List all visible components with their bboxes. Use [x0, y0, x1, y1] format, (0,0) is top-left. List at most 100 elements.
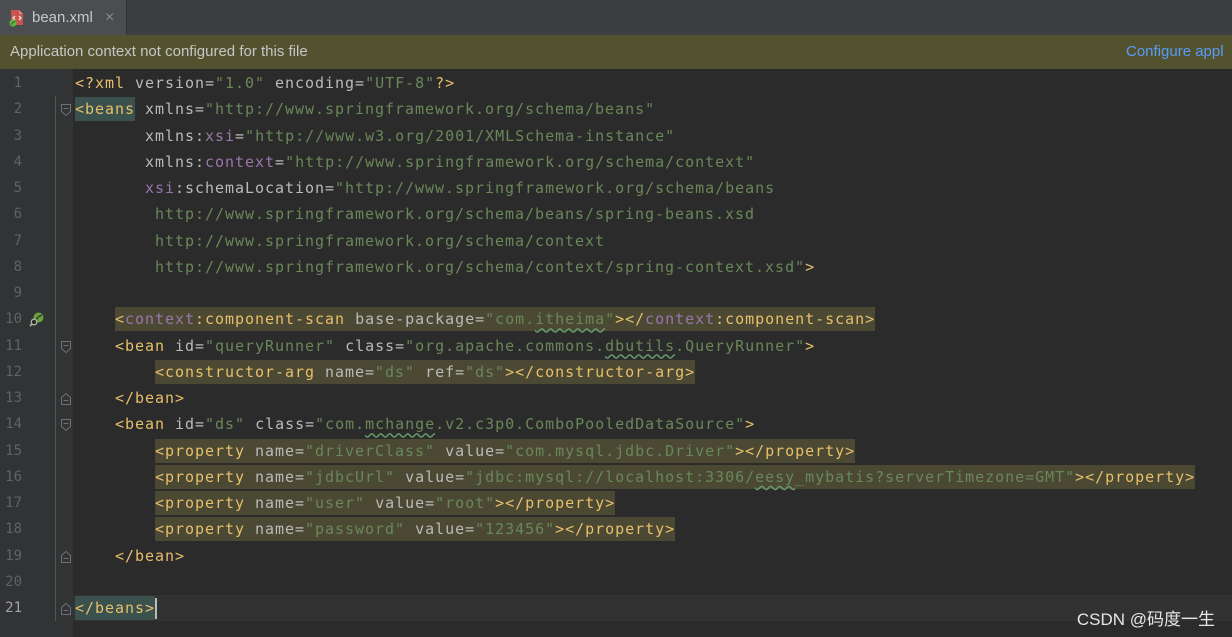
attribute-name: id=: [165, 336, 206, 355]
attribute-value: "http://www.springframework.org/schema/b…: [335, 179, 776, 198]
editor-line-8[interactable]: 8 http://www.springframework.org/schema/…: [0, 254, 1232, 280]
editor-line-17[interactable]: 17 <property name= "user" value= "root" ></…: [0, 490, 1232, 516]
code-text[interactable]: http://www.springframework.org/schema/co…: [73, 228, 1232, 254]
code-text[interactable]: [73, 280, 1232, 306]
editor-line-19[interactable]: 19 </bean>: [0, 543, 1232, 569]
line-number: 6: [13, 206, 22, 223]
code-text[interactable]: </bean>: [73, 543, 1232, 569]
code-text[interactable]: [73, 569, 1232, 595]
code-text[interactable]: <?xml version= "1.0" encoding= "UTF-8" ?>: [73, 70, 1232, 96]
namespace-prefix: context: [125, 310, 196, 329]
code-text[interactable]: < context:component-scan base-package= "co…: [73, 306, 1232, 332]
tab-bean-xml[interactable]: bean.xml ×: [0, 0, 127, 35]
line-number: 7: [13, 232, 22, 249]
gutter-cell: 14: [0, 411, 73, 437]
misspelled-word: itheima: [535, 310, 606, 329]
editor-line-13[interactable]: 13 </bean>: [0, 385, 1232, 411]
code-text[interactable]: <bean id= "queryRunner" class= "org.apache…: [73, 333, 1232, 359]
gutter-cell: 9: [0, 280, 73, 306]
code-text[interactable]: <beans xmlns= "http://www.springframework…: [73, 96, 1232, 122]
editor-line-20[interactable]: 20: [0, 569, 1232, 595]
fold-open-icon[interactable]: [61, 418, 71, 432]
editor-line-5[interactable]: 5 xsi:schemaLocation= "http://www.springf…: [0, 175, 1232, 201]
code-text[interactable]: <property name= "driverClass" value= "com.…: [73, 438, 1232, 464]
indentation: [75, 544, 115, 568]
fold-close-icon[interactable]: [61, 602, 71, 615]
attribute-name: xmlns:: [145, 126, 206, 145]
attribute-name: base-package=: [345, 310, 486, 329]
gutter-cell: 8: [0, 254, 73, 280]
code-text[interactable]: xsi:schemaLocation= "http://www.springfra…: [73, 175, 1232, 201]
close-icon[interactable]: ×: [105, 0, 114, 35]
xml-tag: <bean: [115, 336, 166, 355]
editor-line-18[interactable]: 18 <property name= "password" value= "1234…: [0, 516, 1232, 542]
code-text[interactable]: xmlns: context = "http://www.springframewor…: [73, 149, 1232, 175]
fold-close-icon[interactable]: [61, 550, 71, 563]
code-text[interactable]: http://www.springframework.org/schema/co…: [73, 254, 1232, 280]
code-text[interactable]: <bean id= "ds" class= "com. mchange .v2.c3p0…: [73, 411, 1232, 437]
code-text[interactable]: xmlns: xsi = "http://www.w3.org/2001/XMLSch…: [73, 123, 1232, 149]
line-number: 13: [5, 390, 22, 406]
editor-line-9[interactable]: 9: [0, 280, 1232, 306]
attribute-value: "com.: [315, 415, 366, 434]
misspelled-word: mchange: [365, 415, 436, 434]
editor-line-4[interactable]: 4 xmlns: context = "http://www.springframew…: [0, 149, 1232, 175]
editor-line-7[interactable]: 7 http://www.springframework.org/schema/…: [0, 228, 1232, 254]
misspelled-word: eesy: [755, 467, 796, 486]
xml-tag: :component-scan: [195, 310, 346, 329]
xml-tag: <property: [155, 441, 246, 460]
watermark: CSDN @码度一生: [1076, 610, 1215, 629]
code-editor[interactable]: 1 <?xml version= "1.0" encoding= "UTF-8" ?> 2…: [0, 70, 1232, 622]
fold-open-icon[interactable]: [61, 103, 71, 117]
editor-line-16[interactable]: 16 <property name= "jdbcUrl" value= "jdbc:…: [0, 464, 1232, 490]
editor-line-2[interactable]: 2 <beans xmlns= "http://www.springframewor…: [0, 96, 1232, 122]
xml-tag: :component-scan>: [715, 310, 876, 329]
indentation: [75, 229, 155, 253]
xml-tag: >: [745, 415, 756, 434]
gutter-cell: 7: [0, 228, 73, 254]
code-text[interactable]: <property name= "user" value= "root" ></pro…: [73, 490, 1232, 516]
indentation: [75, 124, 145, 148]
spring-bean-navigation-icon[interactable]: [29, 311, 45, 327]
xml-tag: ></property>: [1075, 467, 1196, 486]
code-text[interactable]: </bean>: [73, 385, 1232, 411]
attribute-value: "queryRunner": [205, 336, 336, 355]
configure-application-context-link[interactable]: Configure appl: [1126, 35, 1232, 69]
editor-line-11[interactable]: 11 <bean id= "queryRunner" class= "org.apa…: [0, 333, 1232, 359]
xml-tag: <property: [155, 467, 246, 486]
attribute-value: "ds": [465, 362, 506, 381]
editor-line-3[interactable]: 3 xmlns: xsi = "http://www.w3.org/2001/XMLS…: [0, 123, 1232, 149]
highlighted-tag: <property name= "password" value= "123456"…: [155, 517, 676, 542]
gutter-cell: 20: [0, 569, 73, 595]
editor-line-6[interactable]: 6 http://www.springframework.org/schema/…: [0, 201, 1232, 227]
fold-open-icon[interactable]: [61, 340, 71, 353]
code-text[interactable]: </beans>: [73, 595, 1232, 622]
editor-line-15[interactable]: 15 <property name= "driverClass" value= "c…: [0, 438, 1232, 464]
attribute-value: "http://www.w3.org/2001/XMLSchema-instan…: [245, 126, 676, 145]
xml-tag: ?>: [435, 74, 456, 93]
line-number: 5: [13, 180, 22, 196]
gutter-cell: 10: [0, 306, 73, 332]
editor-line-1[interactable]: 1 <?xml version= "1.0" encoding= "UTF-8" ?>: [0, 70, 1232, 96]
highlighted-tag: < context:component-scan base-package= "co…: [115, 307, 876, 332]
attribute-value: http://www.springframework.org/schema/co…: [155, 231, 606, 250]
code-text[interactable]: <property name= "jdbcUrl" value= "jdbc:mys…: [73, 464, 1232, 490]
attribute-name: name=: [245, 494, 306, 513]
attribute-name: :schemaLocation=: [175, 179, 336, 198]
indentation: [75, 386, 115, 410]
editor-line-10[interactable]: 10 < context:component-scan base-package=…: [0, 306, 1232, 332]
code-text[interactable]: <constructor-arg name= "ds" ref= "ds" ></co…: [73, 359, 1232, 385]
indentation: [75, 176, 145, 200]
attribute-name: encoding=: [265, 74, 366, 93]
editor-line-14[interactable]: 14 <bean id= "ds" class= "com. mchange .v2.c…: [0, 411, 1232, 437]
indentation: [75, 202, 155, 226]
editor-line-12[interactable]: 12 <constructor-arg name= "ds" ref= "ds" ><…: [0, 359, 1232, 385]
code-text[interactable]: <property name= "password" value= "123456"…: [73, 516, 1232, 542]
indentation: [75, 150, 145, 174]
attribute-value: .v2.c3p0.ComboPooledDataSource": [435, 415, 746, 434]
code-text[interactable]: http://www.springframework.org/schema/be…: [73, 201, 1232, 227]
line-number: 12: [5, 363, 22, 380]
fold-close-icon[interactable]: [61, 392, 71, 405]
editor-line-21[interactable]: 21 </beans>: [0, 595, 1232, 622]
attribute-name: value=: [395, 467, 466, 486]
